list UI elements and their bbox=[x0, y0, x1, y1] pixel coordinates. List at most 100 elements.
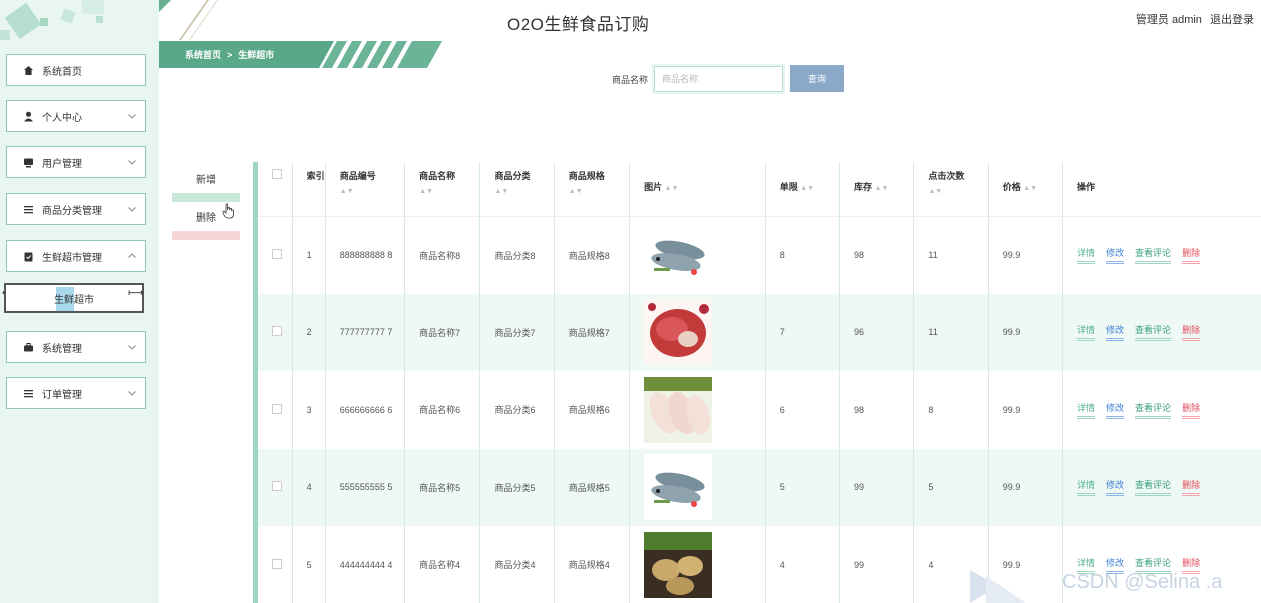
cell-code: 777777777 7 bbox=[325, 293, 406, 371]
add-button[interactable]: 新增 bbox=[172, 164, 240, 202]
list-icon bbox=[22, 203, 34, 215]
chevron-down-icon bbox=[128, 114, 136, 119]
sidebar-item-users[interactable]: 用户管理 bbox=[6, 146, 146, 178]
breadcrumb-separator: > bbox=[227, 50, 233, 60]
app-title: O2O生鲜食品订购 bbox=[507, 15, 650, 34]
header-category[interactable]: 商品分类 ▲▼ bbox=[479, 162, 555, 217]
cell-limit: 4 bbox=[765, 526, 841, 603]
detail-link[interactable]: 详情 bbox=[1077, 478, 1096, 497]
sort-icon[interactable]: ▲▼ bbox=[1023, 185, 1037, 192]
sidebar-item-label: 订单管理 bbox=[42, 389, 82, 401]
cell-image bbox=[629, 216, 766, 294]
header-clicks[interactable]: 点击次数 ▲▼ bbox=[913, 162, 989, 217]
cell-limit: 5 bbox=[765, 448, 841, 526]
cell-stock: 98 bbox=[839, 216, 915, 294]
sidebar-item-market[interactable]: 生鲜超市管理 bbox=[6, 240, 146, 272]
header-actions: 操作 bbox=[1062, 162, 1261, 217]
row-delete-link[interactable]: 删除 bbox=[1182, 246, 1201, 264]
edit-link[interactable]: 修改 bbox=[1106, 478, 1125, 497]
cell-index: 4 bbox=[292, 448, 326, 526]
drag-handle-right-icon[interactable]: ⟼ bbox=[128, 286, 144, 299]
monitor-icon bbox=[22, 156, 34, 168]
sort-icon[interactable]: ▲▼ bbox=[928, 188, 987, 195]
chevron-down-icon bbox=[128, 345, 136, 350]
product-image bbox=[644, 376, 765, 443]
sidebar-subitem-market[interactable]: 生鲜超市 bbox=[4, 283, 144, 313]
cell-spec: 商品规格6 bbox=[554, 371, 631, 449]
cell-code: 444444444 4 bbox=[325, 526, 406, 603]
detail-link[interactable]: 详情 bbox=[1077, 401, 1096, 419]
row-select-cell bbox=[258, 526, 293, 603]
header-code[interactable]: 商品编号 ▲▼ bbox=[325, 162, 406, 217]
select-all-checkbox[interactable] bbox=[272, 169, 282, 179]
header-image[interactable]: 图片 ▲▼ bbox=[629, 162, 766, 217]
sidebar-item-label: 生鲜超市管理 bbox=[42, 252, 102, 264]
header-stock[interactable]: 库存 ▲▼ bbox=[839, 162, 915, 217]
header-decoration bbox=[159, 0, 218, 40]
chevron-down-icon bbox=[128, 160, 136, 165]
cell-limit: 8 bbox=[765, 216, 841, 294]
cell-index: 1 bbox=[292, 216, 326, 294]
edit-link[interactable]: 修改 bbox=[1106, 401, 1125, 419]
search-label: 商品名称 bbox=[612, 75, 649, 85]
sidebar-item-orders[interactable]: 订单管理 bbox=[6, 377, 146, 409]
row-delete-link[interactable]: 删除 bbox=[1182, 323, 1201, 342]
breadcrumb-home[interactable]: 系统首页 bbox=[185, 50, 221, 60]
cell-price: 99.9 bbox=[988, 448, 1064, 526]
breadcrumb: 系统首页 > 生鲜超市 bbox=[185, 48, 280, 61]
header-name[interactable]: 商品名称 ▲▼ bbox=[404, 162, 481, 217]
sort-icon[interactable]: ▲▼ bbox=[340, 188, 404, 195]
view-reviews-link[interactable]: 查看评论 bbox=[1135, 246, 1172, 264]
row-delete-link[interactable]: 删除 bbox=[1182, 478, 1201, 497]
detail-link[interactable]: 详情 bbox=[1077, 323, 1096, 342]
row-checkbox[interactable] bbox=[272, 558, 282, 569]
cell-actions: 详情 修改 查看评论 删除 bbox=[1062, 293, 1261, 371]
row-checkbox[interactable] bbox=[272, 249, 282, 259]
cell-stock: 99 bbox=[839, 448, 915, 526]
cell-category: 商品分类6 bbox=[479, 371, 555, 449]
view-reviews-link[interactable]: 查看评论 bbox=[1135, 478, 1172, 497]
logout-link[interactable]: 退出登录 bbox=[1210, 14, 1254, 26]
hand-cursor-icon bbox=[222, 203, 234, 219]
sort-icon[interactable]: ▲▼ bbox=[419, 188, 479, 195]
cell-name: 商品名称5 bbox=[404, 448, 481, 526]
cell-price: 99.9 bbox=[988, 293, 1064, 371]
row-checkbox[interactable] bbox=[272, 481, 282, 492]
edit-link[interactable]: 修改 bbox=[1106, 323, 1125, 342]
edit-link[interactable]: 修改 bbox=[1106, 246, 1125, 264]
cell-clicks: 5 bbox=[913, 448, 989, 526]
sidebar-item-label: 系统管理 bbox=[42, 343, 82, 355]
cell-name: 商品名称8 bbox=[404, 216, 481, 294]
header-spec[interactable]: 商品规格 ▲▼ bbox=[554, 162, 631, 217]
header-limit[interactable]: 单限 ▲▼ bbox=[765, 162, 841, 217]
sort-icon[interactable]: ▲▼ bbox=[800, 185, 814, 192]
watermark-logo bbox=[970, 570, 1026, 603]
search-button[interactable]: 查询 bbox=[790, 65, 844, 92]
row-checkbox[interactable] bbox=[272, 403, 282, 414]
sidebar-decoration bbox=[0, 0, 104, 40]
view-reviews-link[interactable]: 查看评论 bbox=[1135, 323, 1172, 342]
row-select-cell bbox=[258, 448, 293, 526]
row-checkbox[interactable] bbox=[272, 326, 282, 337]
cell-code: 555555555 5 bbox=[325, 448, 406, 526]
sidebar-item-category[interactable]: 商品分类管理 bbox=[6, 193, 146, 225]
cell-name: 商品名称4 bbox=[404, 526, 481, 603]
view-reviews-link[interactable]: 查看评论 bbox=[1135, 401, 1172, 419]
header-price[interactable]: 价格 ▲▼ bbox=[988, 162, 1064, 217]
sidebar-item-personal[interactable]: 个人中心 bbox=[6, 100, 146, 132]
sort-icon[interactable]: ▲▼ bbox=[875, 185, 889, 192]
sort-icon[interactable]: ▲▼ bbox=[494, 188, 553, 195]
sidebar-item-label: 个人中心 bbox=[42, 112, 82, 124]
cell-code: 666666666 6 bbox=[325, 371, 406, 449]
search-input[interactable] bbox=[652, 64, 785, 94]
row-delete-link[interactable]: 删除 bbox=[1182, 401, 1201, 419]
sort-icon[interactable]: ▲▼ bbox=[569, 188, 629, 195]
detail-link[interactable]: 详情 bbox=[1077, 246, 1096, 264]
cell-clicks: 11 bbox=[913, 293, 989, 371]
product-image bbox=[644, 222, 765, 288]
cell-code: 888888888 8 bbox=[325, 216, 406, 294]
sort-icon[interactable]: ▲▼ bbox=[665, 185, 679, 192]
sidebar-item-home[interactable]: 系统首页 bbox=[6, 54, 146, 86]
sidebar-item-system[interactable]: 系统管理 bbox=[6, 331, 146, 363]
sidebar-item-label: 系统首页 bbox=[42, 66, 82, 78]
